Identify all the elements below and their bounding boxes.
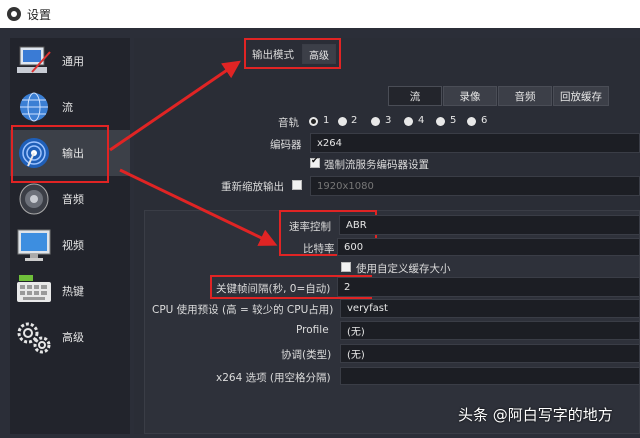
sidebar-item-label: 输出 — [62, 147, 84, 160]
audio-track-option: 2 — [351, 115, 358, 126]
audio-track-radio-1[interactable] — [309, 117, 318, 126]
gears-icon — [17, 322, 51, 354]
audio-track-option: 5 — [450, 115, 457, 126]
obs-app-icon — [7, 7, 21, 21]
tab-audio[interactable]: 音频 — [498, 86, 552, 106]
stream-globe-icon — [20, 92, 48, 122]
custom-buffer-checkbox[interactable] — [341, 262, 351, 272]
sidebar-item-label: 通用 — [62, 55, 84, 68]
rescale-resolution-select[interactable]: 1920x1080 — [310, 176, 640, 196]
tune-label: 协调(类型) — [281, 349, 332, 361]
sidebar-item-label: 音频 — [62, 193, 84, 206]
bitrate-label: 比特率 — [303, 243, 335, 255]
enforce-service-label: 强制流服务编码器设置 — [324, 159, 429, 171]
output-mode-label: 输出模式 — [252, 49, 294, 61]
window-title: 设置 — [27, 7, 52, 22]
sidebar-item-output[interactable]: 输出 — [10, 130, 130, 176]
sidebar-item-label: 高级 — [62, 331, 84, 344]
general-icon — [17, 46, 51, 73]
tab-replay-buffer[interactable]: 回放缓存 — [553, 86, 609, 106]
sidebar-item-general[interactable]: 通用 — [10, 38, 130, 84]
rate-control-select[interactable]: ABR — [339, 215, 640, 235]
tab-recording[interactable]: 录像 — [443, 86, 497, 106]
watermark-text: 头条 @阿白写字的地方 — [458, 406, 613, 424]
cpu-preset-label: CPU 使用预设 (高 = 较少的 CPU占用) — [152, 304, 334, 316]
tune-select[interactable]: (无) — [340, 344, 640, 363]
bitrate-input[interactable]: 600 — [337, 238, 640, 256]
encoder-select[interactable]: x264 — [310, 133, 640, 153]
audio-track-radio-3[interactable] — [371, 117, 380, 126]
profile-label: Profile — [296, 324, 329, 336]
x264-options-label: x264 选项 (用空格分隔) — [216, 372, 331, 384]
speaker-icon — [19, 183, 49, 215]
cpu-preset-select[interactable]: veryfast — [340, 299, 640, 318]
settings-sidebar: 通用 流 输出 音频 视频 热键 高级 — [10, 38, 130, 434]
title-bar: 设置 — [0, 0, 640, 28]
custom-buffer-label: 使用自定义缓存大小 — [356, 263, 451, 275]
rescale-output-label: 重新缩放输出 — [221, 181, 284, 193]
audio-track-radio-4[interactable] — [404, 117, 413, 126]
keyboard-icon — [17, 275, 51, 302]
monitor-icon — [17, 229, 51, 261]
audio-track-option: 4 — [418, 115, 425, 126]
audio-track-radio-6[interactable] — [467, 117, 476, 126]
sidebar-item-label: 视频 — [62, 239, 84, 252]
sidebar-item-advanced[interactable]: 高级 — [10, 314, 130, 360]
sidebar-item-label: 流 — [62, 101, 73, 114]
keyframe-interval-input[interactable]: 2 — [337, 277, 640, 297]
sidebar-item-video[interactable]: 视频 — [10, 222, 130, 268]
profile-select[interactable]: (无) — [340, 321, 640, 340]
keyframe-interval-label: 关键帧间隔(秒, 0=自动) — [216, 283, 331, 295]
output-mode-select[interactable]: 高级 — [302, 44, 336, 64]
sidebar-item-label: 热键 — [62, 285, 84, 298]
audio-track-label: 音轨 — [278, 117, 299, 129]
x264-options-input[interactable] — [340, 367, 640, 385]
audio-track-option: 6 — [481, 115, 488, 126]
tab-stream[interactable]: 流 — [388, 86, 442, 106]
audio-track-option: 3 — [385, 115, 392, 126]
sidebar-item-audio[interactable]: 音频 — [10, 176, 130, 222]
sidebar-item-hotkeys[interactable]: 热键 — [10, 268, 130, 314]
audio-track-radio-5[interactable] — [436, 117, 445, 126]
enforce-service-checkbox[interactable] — [310, 156, 320, 168]
audio-track-radio-2[interactable] — [338, 117, 347, 126]
sidebar-item-stream[interactable]: 流 — [10, 84, 130, 130]
output-icon — [19, 138, 49, 168]
rate-control-label: 速率控制 — [289, 221, 331, 233]
encoder-label: 编码器 — [270, 139, 302, 151]
audio-track-option: 1 — [323, 115, 330, 126]
rescale-output-checkbox[interactable] — [292, 180, 302, 190]
